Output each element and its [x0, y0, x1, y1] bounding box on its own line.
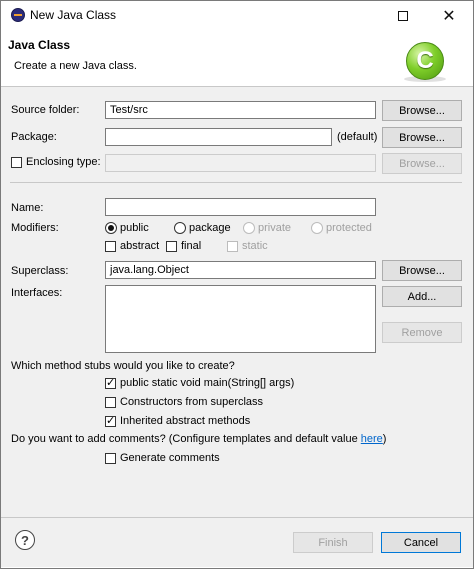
modifier-static-label: static — [242, 240, 268, 252]
source-folder-label: Source folder: — [11, 104, 80, 116]
stub-inherited-checkbox[interactable] — [105, 414, 116, 427]
method-stubs-question: Which method stubs would you like to cre… — [11, 360, 235, 372]
modifier-public-label: public — [120, 222, 149, 234]
modifier-public-radio[interactable] — [105, 222, 117, 234]
modifier-private-label: private — [258, 222, 292, 234]
name-label: Name: — [11, 202, 44, 214]
source-folder-input[interactable]: Test/src — [105, 101, 376, 119]
close-icon: ✕ — [442, 7, 456, 25]
wizard-message: Create a new Java class. — [14, 60, 137, 72]
maximize-icon — [398, 10, 408, 21]
enclosing-type-input[interactable] — [105, 154, 376, 172]
name-input[interactable] — [105, 198, 376, 216]
enclosing-type-browse-button[interactable]: Browse... — [382, 153, 462, 174]
package-label: Package: — [11, 131, 57, 143]
superclass-browse-button[interactable]: Browse... — [382, 260, 462, 281]
modifier-abstract-checkbox[interactable] — [105, 241, 116, 252]
source-folder-browse-button[interactable]: Browse... — [382, 100, 462, 121]
comments-question-suffix: ) — [382, 433, 387, 445]
modifier-abstract-label: abstract — [120, 240, 160, 252]
enclosing-type-checkbox[interactable] — [11, 157, 22, 168]
generate-comments-checkbox[interactable] — [105, 453, 116, 464]
modifier-final-checkbox[interactable] — [166, 241, 177, 252]
help-icon[interactable]: ? — [15, 530, 35, 550]
superclass-input[interactable]: java.lang.Object — [105, 261, 376, 279]
modifier-package-radio[interactable] — [174, 222, 186, 234]
modifier-final-label: final — [181, 240, 202, 252]
comments-question-prefix: Do you want to add comments? (Configure … — [11, 433, 361, 445]
modifiers-label: Modifiers: — [11, 222, 59, 234]
new-class-logo-icon: C — [406, 42, 444, 80]
modifier-static-checkbox[interactable] — [227, 241, 238, 252]
generate-comments-label: Generate comments — [120, 452, 220, 464]
package-default-text: (default) — [337, 131, 378, 143]
stub-constructors-checkbox[interactable] — [105, 397, 116, 408]
interfaces-remove-button[interactable]: Remove — [382, 322, 462, 343]
cancel-button[interactable]: Cancel — [381, 532, 461, 553]
configure-templates-link[interactable]: here — [361, 433, 383, 445]
stub-main-checkbox[interactable] — [105, 376, 116, 389]
superclass-label: Superclass: — [11, 265, 69, 277]
footer-separator — [1, 517, 473, 518]
wizard-title: Java Class — [8, 38, 71, 52]
window-title: New Java Class — [30, 8, 117, 22]
maximize-button[interactable] — [380, 1, 426, 30]
finish-button[interactable]: Finish — [293, 532, 373, 553]
interfaces-list[interactable] — [105, 285, 376, 353]
interfaces-add-button[interactable]: Add... — [382, 286, 462, 307]
stub-constructors-label: Constructors from superclass — [120, 396, 264, 408]
section-separator — [10, 182, 462, 183]
stub-inherited-label: Inherited abstract methods — [120, 415, 251, 427]
modifier-package-label: package — [189, 222, 231, 234]
wizard-header — [1, 31, 473, 86]
eclipse-icon — [11, 8, 25, 22]
interfaces-label: Interfaces: — [11, 287, 63, 299]
stub-main-label: public static void main(String[] args) — [120, 377, 295, 389]
close-button[interactable]: ✕ — [426, 1, 472, 30]
modifier-protected-radio[interactable] — [311, 222, 323, 234]
package-browse-button[interactable]: Browse... — [382, 127, 462, 148]
enclosing-type-label: Enclosing type: — [26, 156, 101, 168]
modifier-protected-label: protected — [326, 222, 372, 234]
comments-question: Do you want to add comments? (Configure … — [11, 433, 386, 445]
package-input[interactable] — [105, 128, 332, 146]
modifier-private-radio[interactable] — [243, 222, 255, 234]
